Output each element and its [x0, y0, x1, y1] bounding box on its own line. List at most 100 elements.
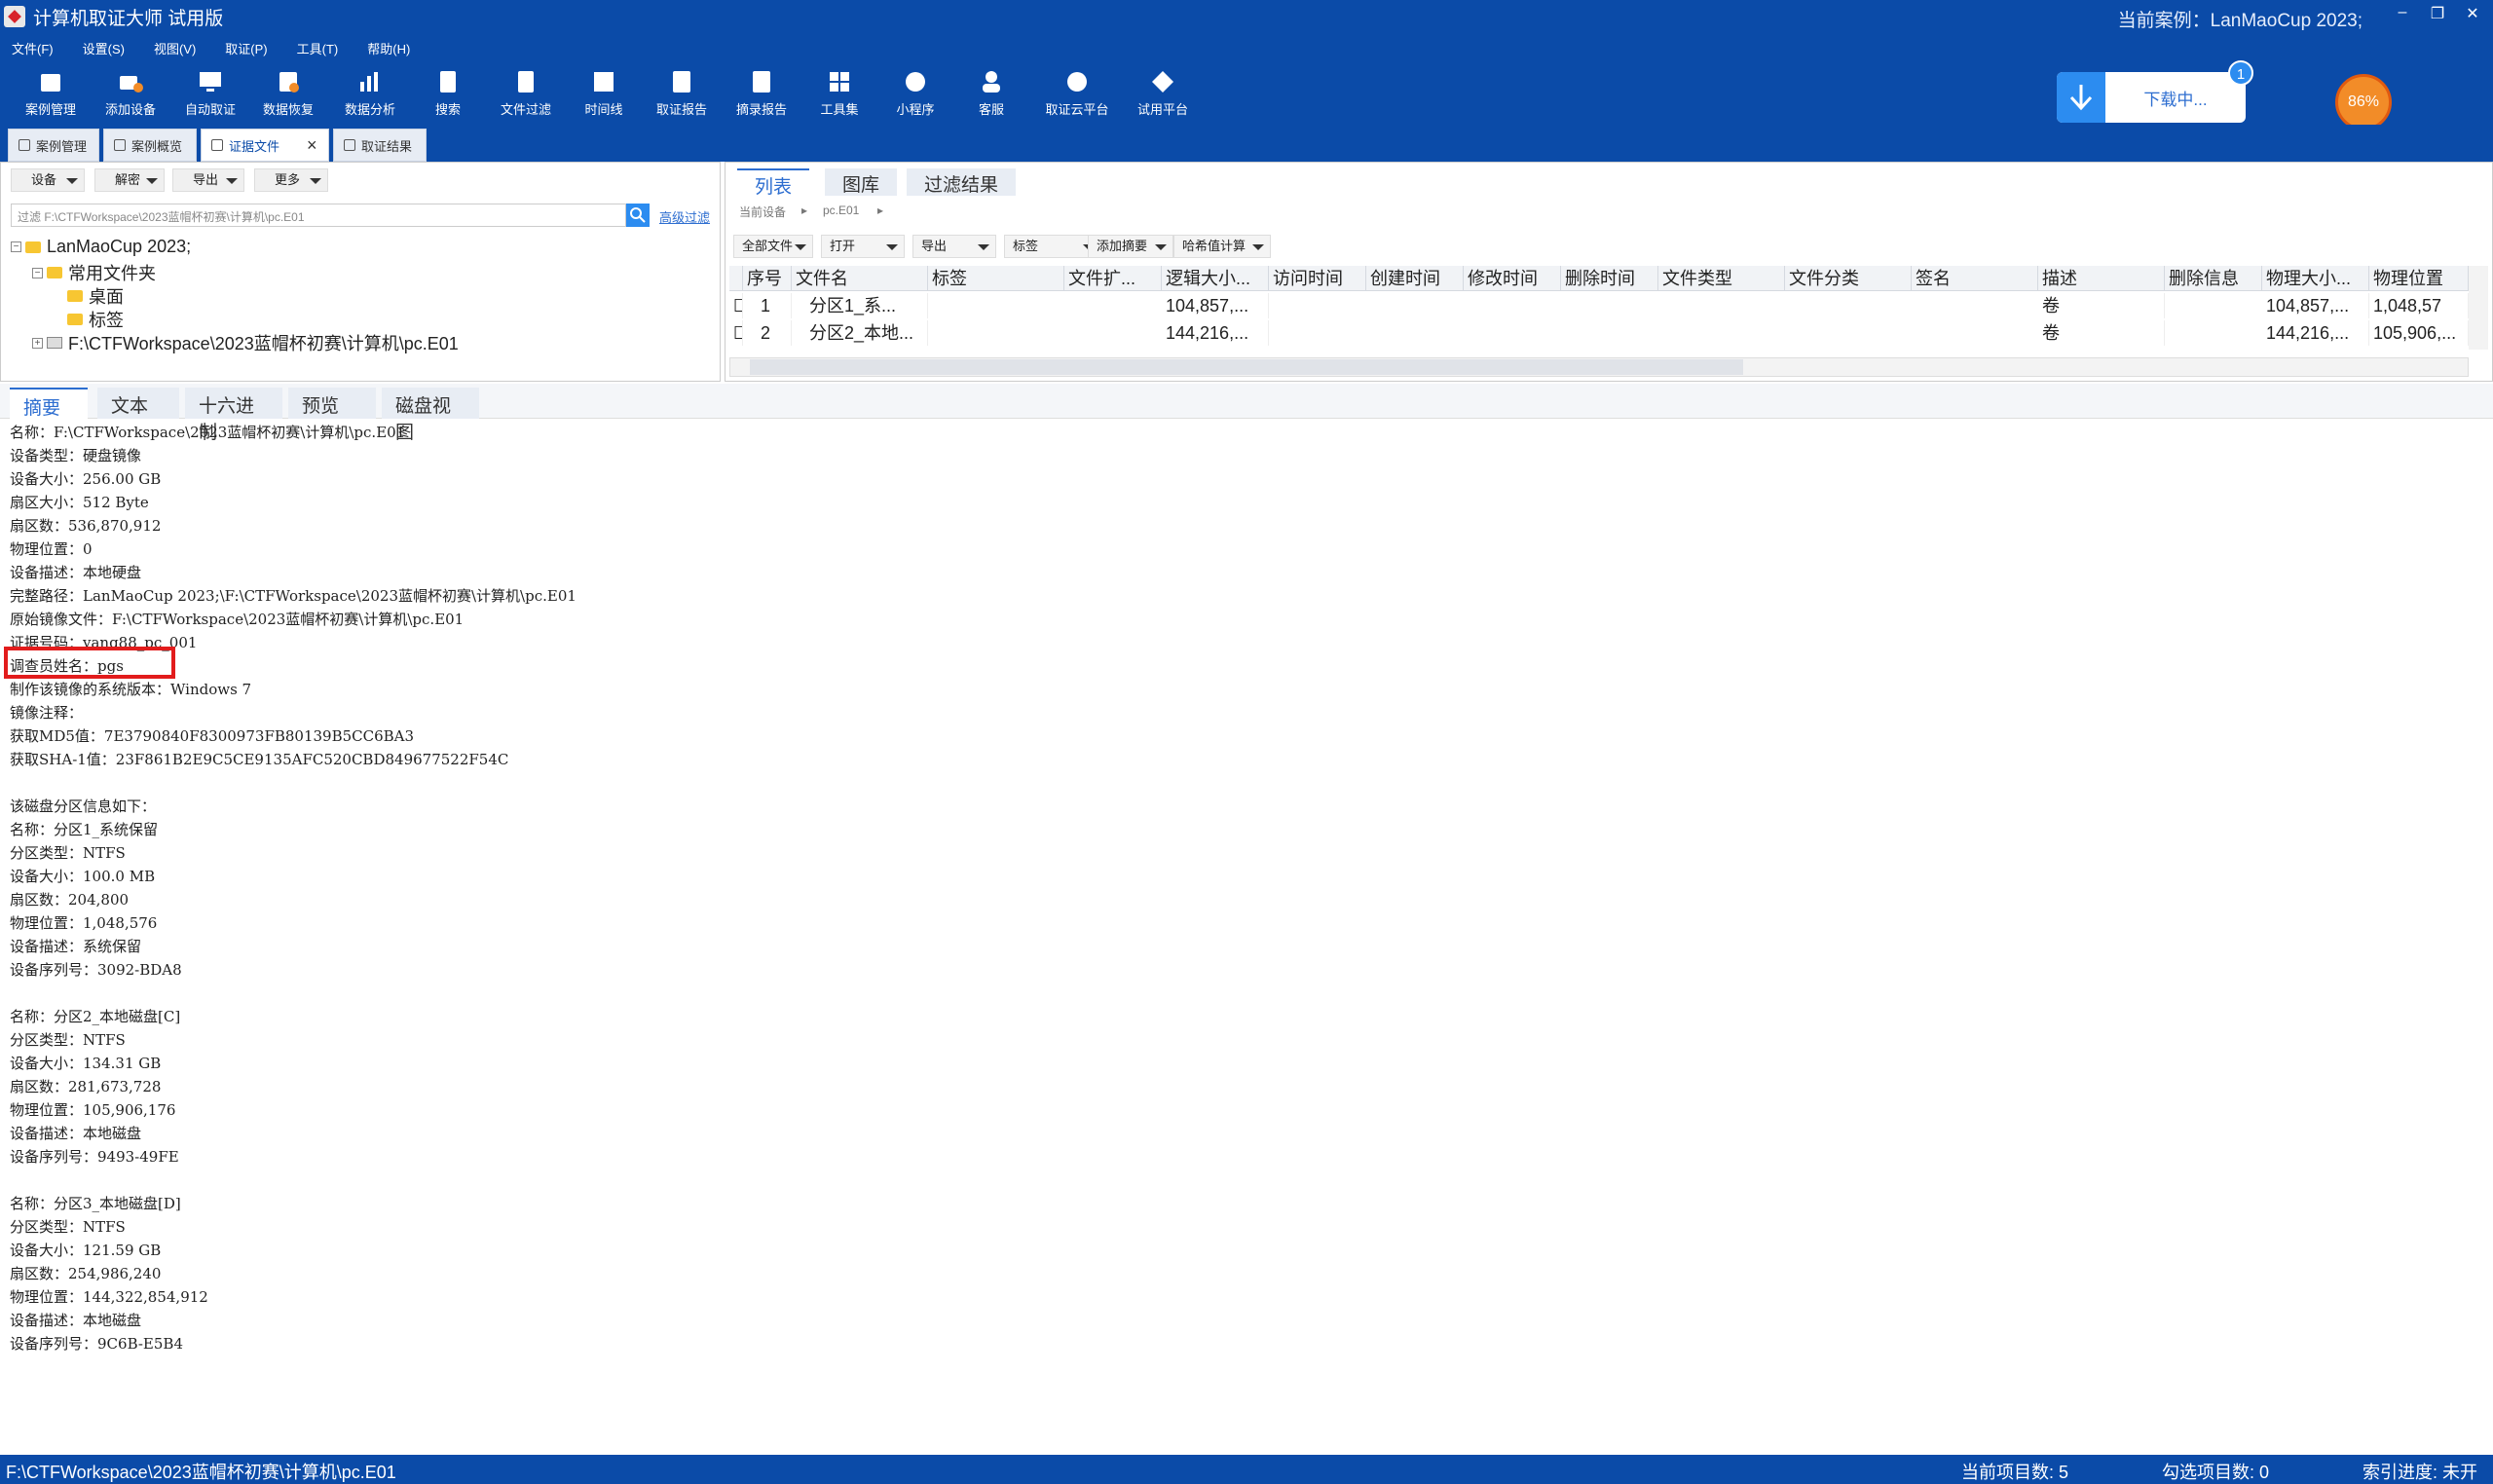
progress-indicator[interactable]: 86%: [2335, 74, 2392, 130]
data-recovery-button[interactable]: 数据恢复: [249, 68, 327, 118]
column-header[interactable]: 标签: [928, 266, 1064, 291]
export-dropdown[interactable]: 导出: [172, 168, 244, 192]
row-checkbox[interactable]: ☐: [729, 320, 743, 346]
search-button[interactable]: 搜索: [409, 68, 487, 118]
close-window-button[interactable]: ✕: [2458, 4, 2487, 27]
column-header[interactable]: 创建时间: [1366, 266, 1464, 291]
column-header[interactable]: 文件分类: [1785, 266, 1912, 291]
column-header[interactable]: 删除时间: [1561, 266, 1658, 291]
summary-line: 设备描述：本地硬盘: [10, 564, 142, 581]
mini-program-button[interactable]: 小程序: [876, 68, 954, 118]
all-files-dropdown[interactable]: 全部文件: [733, 235, 813, 258]
tree-node-evidence-image[interactable]: + F:\CTFWorkspace\2023蓝帽杯初赛\计算机\pc.E01: [32, 330, 459, 355]
tree-node-case[interactable]: − LanMaoCup 2023;: [11, 237, 191, 257]
tab-hex[interactable]: 十六进制: [185, 388, 282, 443]
column-header[interactable]: 序号: [743, 266, 792, 291]
grid-icon: [830, 72, 849, 92]
restore-button[interactable]: ❐: [2423, 4, 2452, 27]
close-tab-icon[interactable]: ×: [307, 135, 317, 156]
filter-search-icon[interactable]: [626, 204, 650, 227]
menu-forensics[interactable]: 取证(P): [223, 39, 269, 57]
summary-line: 镜像注释：: [10, 704, 84, 722]
tag-dropdown[interactable]: 标签: [1004, 235, 1101, 258]
breadcrumb-current-device[interactable]: 当前设备: [739, 204, 786, 220]
column-header[interactable]: 修改时间: [1464, 266, 1561, 291]
column-header[interactable]: 文件名: [792, 266, 928, 291]
expand-icon[interactable]: +: [32, 337, 43, 349]
collapse-icon[interactable]: −: [11, 241, 21, 252]
data-analysis-button[interactable]: 数据分析: [331, 68, 409, 118]
more-dropdown[interactable]: 更多: [254, 168, 328, 192]
menu-view[interactable]: 视图(V): [152, 39, 198, 57]
column-header[interactable]: 物理位置: [2369, 266, 2469, 291]
column-header[interactable]: 物理大小...: [2262, 266, 2369, 291]
menu-settings[interactable]: 设置(S): [81, 39, 127, 57]
tab-evidence-files[interactable]: 证据文件 ×: [201, 129, 329, 162]
tab-list[interactable]: 列表: [737, 168, 810, 198]
tab-case-overview[interactable]: 案例概览: [103, 129, 197, 162]
export-list-dropdown[interactable]: 导出: [912, 235, 996, 258]
advanced-filter-link[interactable]: 高级过滤: [659, 207, 710, 226]
filter-input[interactable]: 过滤 F:\CTFWorkspace\2023蓝帽杯初赛\计算机\pc.E01: [11, 204, 626, 227]
trial-platform-button[interactable]: 试用平台: [1124, 68, 1202, 118]
download-arrow-icon: [2057, 72, 2105, 123]
folder-icon: [67, 314, 83, 325]
tree-node-tags[interactable]: 标签: [67, 307, 124, 332]
column-header[interactable]: 删除信息: [2165, 266, 2262, 291]
select-all-checkbox[interactable]: [729, 266, 743, 291]
add-excerpt-dropdown[interactable]: 添加摘要: [1088, 235, 1173, 258]
tab-gallery[interactable]: 图库: [825, 168, 898, 196]
tree-node-desktop[interactable]: 桌面: [67, 283, 124, 309]
cloud-platform-button[interactable]: 取证云平台: [1038, 68, 1116, 118]
column-header[interactable]: 文件类型: [1658, 266, 1785, 291]
customer-service-button[interactable]: 客服: [952, 68, 1030, 118]
collapse-icon[interactable]: −: [32, 267, 43, 278]
toolset-button[interactable]: 工具集: [800, 68, 878, 118]
vertical-scrollbar[interactable]: [2469, 266, 2488, 350]
tab-text[interactable]: 文本: [97, 388, 179, 419]
column-header[interactable]: 签名: [1912, 266, 2038, 291]
scrollbar-thumb[interactable]: [750, 359, 1743, 375]
toolbar-label: 取证云平台: [1045, 102, 1109, 117]
tab-forensics-results[interactable]: 取证结果: [333, 129, 427, 162]
monitor-icon: [200, 72, 221, 92]
breadcrumb-image[interactable]: pc.E01: [823, 204, 859, 217]
tab-case-management[interactable]: 案例管理: [8, 129, 99, 162]
decrypt-dropdown[interactable]: 解密: [94, 168, 165, 192]
minimize-button[interactable]: –: [2388, 4, 2417, 27]
cell-physical-size: 104,857,...: [2262, 293, 2369, 318]
case-management-button[interactable]: 案例管理: [12, 68, 90, 118]
folder-icon: [25, 241, 41, 253]
summary-line: 获取SHA-1值：23F861B2E9C5CE9135AFC520CBD8496…: [10, 751, 509, 768]
menu-file[interactable]: 文件(F): [10, 39, 56, 57]
add-device-button[interactable]: 添加设备: [92, 68, 169, 118]
menu-tools[interactable]: 工具(T): [295, 39, 341, 57]
tab-filter-results[interactable]: 过滤结果: [907, 168, 1017, 196]
tab-summary[interactable]: 摘要: [10, 388, 88, 419]
menu-help[interactable]: 帮助(H): [365, 39, 412, 57]
column-header[interactable]: 描述: [2038, 266, 2165, 291]
tab-icon: [211, 139, 223, 151]
download-status-button[interactable]: 下载中... 1: [2057, 60, 2253, 123]
status-current-items: 当前项目数: 5: [1961, 1463, 2069, 1482]
forensics-report-button[interactable]: 取证报告: [643, 68, 721, 118]
hash-calc-dropdown[interactable]: 哈希值计算: [1173, 235, 1271, 258]
summary-line: 设备描述：系统保留: [10, 938, 142, 955]
summary-line: 设备序列号：9493-49FE: [10, 1148, 179, 1166]
row-checkbox[interactable]: ☐: [729, 293, 743, 318]
column-header[interactable]: 文件扩...: [1064, 266, 1162, 291]
device-dropdown[interactable]: 设备: [11, 168, 85, 192]
excerpt-report-button[interactable]: 摘录报告: [723, 68, 800, 118]
column-header[interactable]: 访问时间: [1269, 266, 1366, 291]
tab-preview[interactable]: 预览: [288, 388, 376, 419]
column-header[interactable]: 逻辑大小...: [1162, 266, 1269, 291]
app-title: 计算机取证大师 试用版: [33, 8, 224, 29]
timeline-button[interactable]: 时间线: [565, 68, 643, 118]
file-filter-button[interactable]: 文件过滤: [487, 68, 565, 118]
auto-forensics-button[interactable]: 自动取证: [171, 68, 249, 118]
tree-node-common-folders[interactable]: − 常用文件夹: [32, 260, 156, 285]
open-dropdown[interactable]: 打开: [821, 235, 905, 258]
horizontal-scrollbar[interactable]: [729, 357, 2469, 377]
tab-disk-view[interactable]: 磁盘视图: [382, 388, 479, 443]
filter-icon: [518, 71, 534, 93]
